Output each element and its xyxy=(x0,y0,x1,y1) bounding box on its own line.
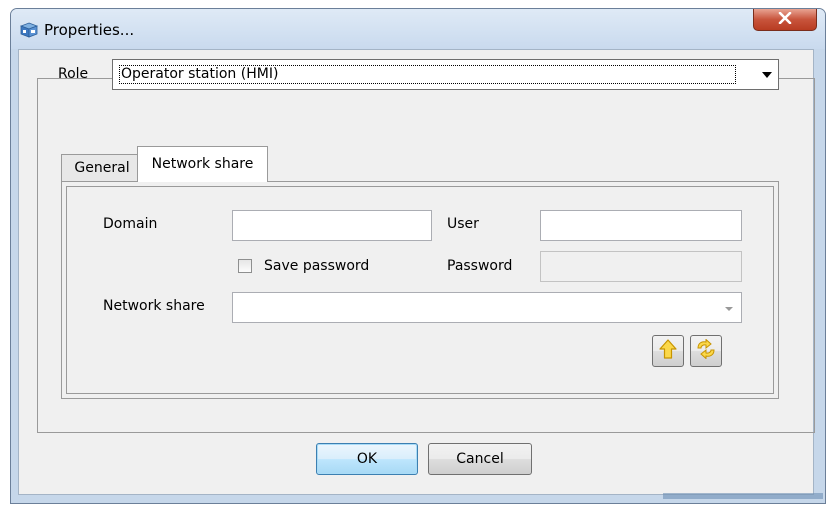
password-input[interactable] xyxy=(540,251,742,282)
network-share-label: Network share xyxy=(103,298,205,314)
password-label: Password xyxy=(447,258,513,274)
domain-input[interactable] xyxy=(232,210,432,241)
app-icon xyxy=(19,22,39,38)
chevron-down-icon[interactable] xyxy=(725,307,733,311)
ok-button[interactable]: OK xyxy=(316,443,418,475)
tab-network-share[interactable]: Network share xyxy=(137,146,268,182)
window-bottom-edge xyxy=(663,493,823,499)
role-label: Role xyxy=(58,66,89,82)
refresh-button[interactable] xyxy=(690,335,722,367)
tab-general-label: General xyxy=(74,160,130,176)
tab-general[interactable]: General xyxy=(61,154,143,181)
close-icon xyxy=(778,11,792,28)
chevron-down-icon[interactable] xyxy=(762,72,772,78)
save-password-checkbox[interactable] xyxy=(238,259,252,273)
arrow-up-icon xyxy=(659,339,677,363)
save-password-label[interactable]: Save password xyxy=(264,258,369,274)
role-selected-value: Operator station (HMI) xyxy=(119,65,736,84)
role-select[interactable]: Operator station (HMI) xyxy=(112,59,779,90)
close-button[interactable] xyxy=(753,9,817,31)
user-input[interactable] xyxy=(540,210,742,241)
move-up-button[interactable] xyxy=(652,335,684,367)
title-bar[interactable]: Properties... xyxy=(11,9,825,49)
window-title: Properties... xyxy=(44,21,135,39)
tab-network-share-label: Network share xyxy=(151,156,254,172)
ok-button-label: OK xyxy=(356,451,378,467)
cancel-button-label: Cancel xyxy=(456,451,504,467)
refresh-arrows-icon xyxy=(695,338,717,363)
cancel-button[interactable]: Cancel xyxy=(428,443,532,475)
user-label: User xyxy=(447,216,479,232)
domain-label: Domain xyxy=(103,216,158,232)
network-share-combo[interactable] xyxy=(232,292,742,323)
